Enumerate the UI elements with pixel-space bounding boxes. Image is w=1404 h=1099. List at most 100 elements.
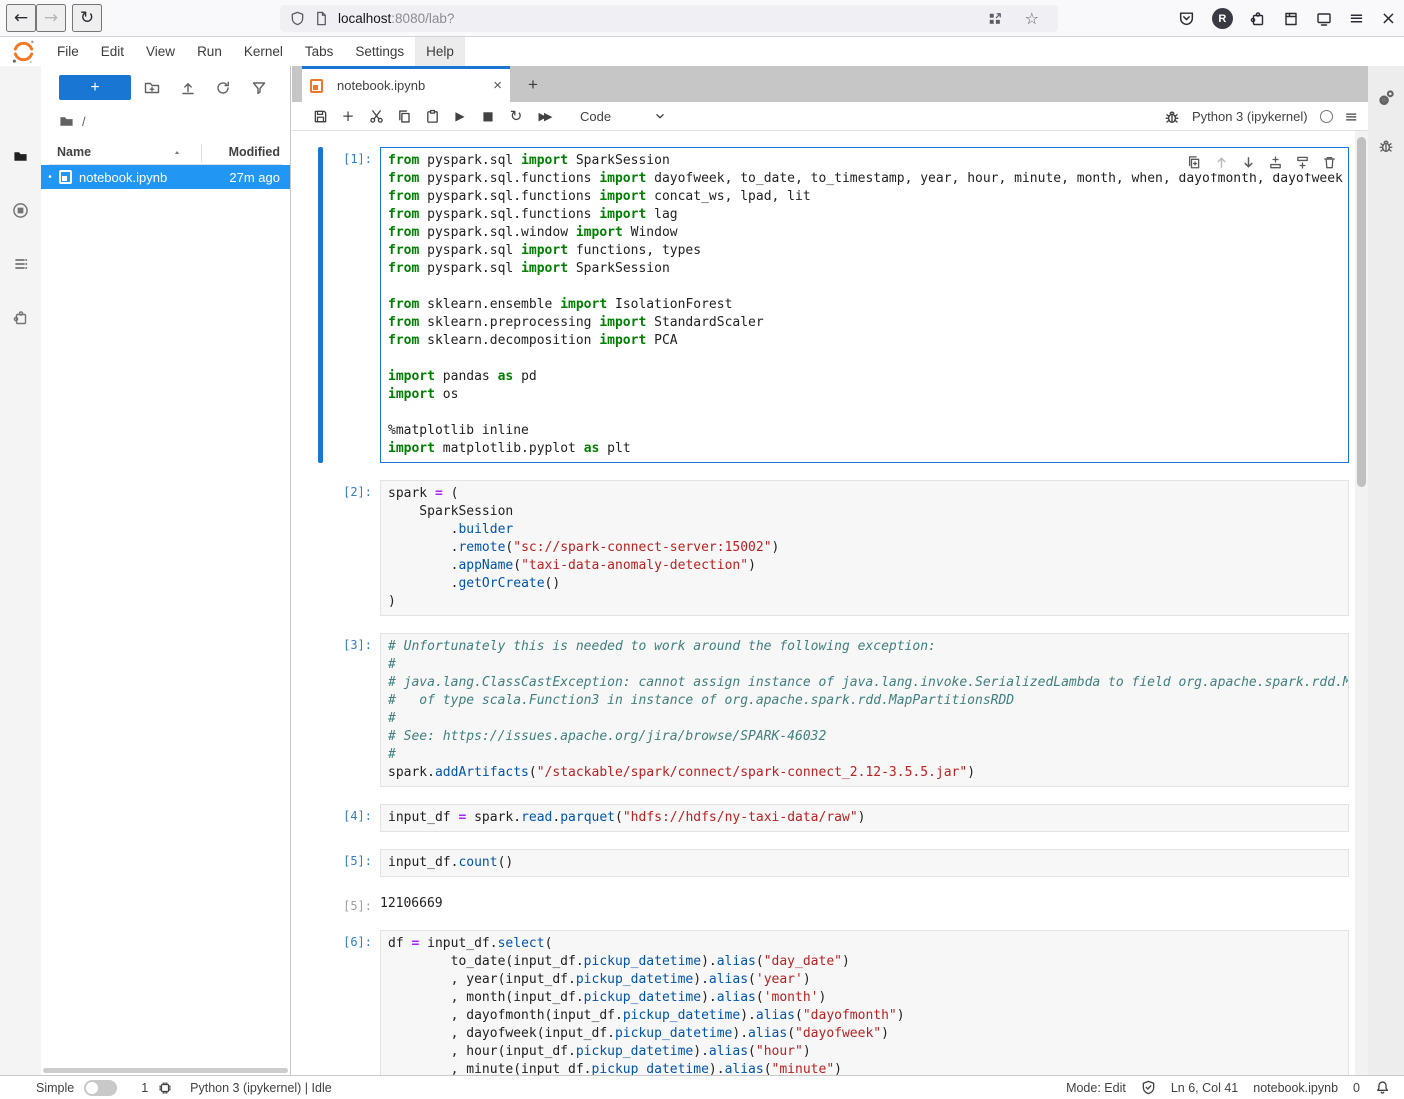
paste-icon[interactable] <box>418 104 446 128</box>
property-inspector-icon[interactable] <box>1368 80 1404 116</box>
delete-icon[interactable] <box>1318 152 1340 172</box>
scrollbar-thumb[interactable] <box>1357 137 1366 487</box>
kernel-name[interactable]: Python 3 (ipykernel) <box>1192 109 1308 124</box>
file-list-header[interactable]: Name Modified <box>49 142 282 165</box>
insert-above-icon[interactable] <box>1264 152 1286 172</box>
output-prompt: [5]: <box>323 894 380 913</box>
page-info-icon[interactable] <box>314 11 329 26</box>
notification-count[interactable]: 0 <box>1353 1081 1360 1095</box>
cell-editor[interactable]: from pyspark.sql import SparkSession fro… <box>380 147 1349 463</box>
code-cell[interactable]: [1]:from pyspark.sql import SparkSession… <box>318 147 1355 463</box>
restart-icon[interactable]: ↻ <box>502 104 530 128</box>
running-kernels-icon[interactable] <box>0 190 41 230</box>
kernel-count[interactable]: 1 <box>141 1081 148 1095</box>
breadcrumb[interactable]: / <box>59 110 86 132</box>
upload-icon[interactable] <box>177 77 199 99</box>
devices-icon[interactable] <box>1316 11 1332 27</box>
toolbar-menu-icon[interactable]: ≡ <box>1345 109 1358 125</box>
menu-file[interactable]: File <box>46 37 90 66</box>
app-menu-icon[interactable]: ≡ <box>1349 10 1364 28</box>
menu-edit[interactable]: Edit <box>90 37 135 66</box>
code-cell[interactable]: [3]:# Unfortunately this is needed to wo… <box>318 633 1355 787</box>
cell-editor[interactable]: spark = ( SparkSession .builder .remote(… <box>380 480 1349 616</box>
cell-type-dropdown[interactable]: Code <box>580 109 667 124</box>
file-panel-hscrollbar[interactable] <box>43 1068 288 1073</box>
insert-below-icon[interactable] <box>1291 152 1313 172</box>
file-list: •notebook.ipynb27m ago <box>41 165 290 189</box>
tracking-shield-icon[interactable] <box>290 11 305 26</box>
cell-editor[interactable]: input_df.count() <box>380 849 1349 877</box>
extensions-icon[interactable] <box>1250 11 1266 27</box>
tab-close-icon[interactable]: × <box>493 77 502 94</box>
simple-mode-toggle[interactable] <box>84 1080 117 1096</box>
bell-icon[interactable] <box>1375 1080 1390 1095</box>
table-of-contents-icon[interactable] <box>0 244 41 284</box>
duplicate-icon[interactable] <box>1183 152 1205 172</box>
kernel-status-text[interactable]: Python 3 (ipykernel) | Idle <box>190 1081 332 1095</box>
notebook-file-icon <box>59 170 72 184</box>
debugger-toggle-icon[interactable] <box>1164 109 1180 125</box>
column-name[interactable]: Name <box>57 145 91 159</box>
home-folder-icon[interactable] <box>59 114 74 129</box>
code-cell[interactable]: [5]:input_df.count() <box>318 849 1355 877</box>
menu-settings[interactable]: Settings <box>344 37 415 66</box>
chevron-down-icon <box>653 109 667 123</box>
save-icon[interactable] <box>306 104 334 128</box>
cut-icon[interactable] <box>362 104 390 128</box>
filter-icon[interactable] <box>248 77 270 99</box>
output-text: 12106669 <box>380 894 1355 913</box>
cell-toolbar <box>1181 151 1342 173</box>
kernel-status-icon[interactable] <box>1320 110 1333 123</box>
url-text[interactable]: localhost:8080/lab? <box>338 11 988 26</box>
library-icon[interactable] <box>1283 11 1299 27</box>
simple-mode-label: Simple <box>36 1081 74 1095</box>
new-launcher-button[interactable]: + <box>59 75 131 100</box>
bookmark-star-icon[interactable]: ☆ <box>1025 11 1039 27</box>
sort-caret-icon <box>172 148 182 158</box>
profile-avatar[interactable]: R <box>1212 8 1233 29</box>
new-tab-button[interactable]: + <box>520 72 546 98</box>
run-all-icon[interactable]: ▶▶ <box>530 104 558 128</box>
extension-manager-icon[interactable] <box>0 298 41 338</box>
menu-kernel[interactable]: Kernel <box>233 37 294 66</box>
cursor-position[interactable]: Ln 6, Col 41 <box>1171 1081 1238 1095</box>
window-close-icon[interactable]: × <box>1381 10 1396 28</box>
cell-editor[interactable]: df = input_df.select( to_date(input_df.p… <box>380 930 1349 1075</box>
pocket-icon[interactable] <box>1178 10 1195 27</box>
stop-icon[interactable]: ■ <box>474 104 502 128</box>
breadcrumb-path: / <box>82 114 86 129</box>
kernel-chip-icon[interactable] <box>158 1081 172 1095</box>
move-up-icon[interactable] <box>1210 152 1232 172</box>
jupyterlab-menubar: FileEditViewRunKernelTabsSettingsHelp <box>0 37 1404 66</box>
add-icon[interactable]: + <box>334 104 362 128</box>
notebook-scrollbar[interactable] <box>1355 131 1368 1075</box>
menu-view[interactable]: View <box>135 37 186 66</box>
menu-run[interactable]: Run <box>186 37 233 66</box>
file-row[interactable]: •notebook.ipynb27m ago <box>41 165 290 189</box>
copy-icon[interactable] <box>390 104 418 128</box>
menu-tabs[interactable]: Tabs <box>294 37 345 66</box>
code-cell[interactable]: [2]:spark = ( SparkSession .builder .rem… <box>318 480 1355 616</box>
menu-help[interactable]: Help <box>415 37 465 66</box>
move-down-icon[interactable] <box>1237 152 1259 172</box>
refresh-icon[interactable] <box>212 77 234 99</box>
url-bar[interactable]: localhost:8080/lab? ☆ <box>280 5 1058 32</box>
container-grid-icon[interactable] <box>988 11 1002 27</box>
run-icon[interactable]: ▶ <box>446 104 474 128</box>
code-cell[interactable]: [6]:df = input_df.select( to_date(input_… <box>318 930 1355 1075</box>
mode-indicator[interactable]: Mode: Edit <box>1066 1081 1126 1095</box>
new-folder-icon[interactable] <box>141 77 163 99</box>
cell-editor[interactable]: # Unfortunately this is needed to work a… <box>380 633 1349 787</box>
tab-notebook[interactable]: notebook.ipynb × <box>302 66 510 102</box>
file-browser-icon[interactable] <box>0 136 41 176</box>
debugger-panel-icon[interactable] <box>1368 128 1404 164</box>
code-cell[interactable]: [4]:input_df = spark.read.parquet("hdfs:… <box>318 804 1355 832</box>
forward-icon[interactable]: → <box>36 4 66 32</box>
notebook-area: notebook.ipynb × + + ▶■↻▶▶ Code Python 3 … <box>292 66 1368 1075</box>
trust-shield-icon[interactable] <box>1141 1080 1156 1095</box>
reload-icon[interactable]: ↻ <box>72 4 102 32</box>
column-modified[interactable]: Modified <box>229 145 280 159</box>
jupyterlab-main: + / Name Modified •notebook.ipynb27m ago… <box>0 66 1404 1075</box>
cell-editor[interactable]: input_df = spark.read.parquet("hdfs://hd… <box>380 804 1349 832</box>
back-icon[interactable]: ← <box>6 4 36 32</box>
